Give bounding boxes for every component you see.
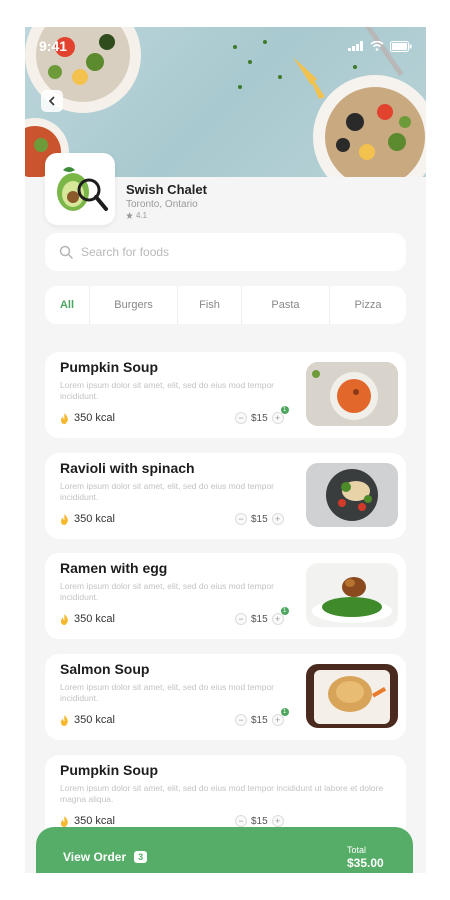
status-time: 9:41 <box>39 38 68 54</box>
food-card[interactable]: Pumpkin Soup Lorem ipsum dolor sit amet,… <box>45 352 406 438</box>
chevron-left-icon <box>48 96 55 106</box>
tab-fish[interactable]: Fish <box>177 286 241 324</box>
search-input[interactable] <box>81 245 361 259</box>
view-order-label: View Order <box>63 850 127 864</box>
cellular-signal-icon <box>348 41 363 51</box>
plus-button-wrap: + <box>271 513 284 525</box>
minus-button[interactable]: − <box>235 412 247 424</box>
wifi-icon <box>370 41 384 51</box>
plus-button[interactable]: + <box>271 815 284 827</box>
category-tabs: All Burgers Fish Pasta Pizza <box>45 286 406 324</box>
ravioli-photo <box>306 463 398 527</box>
search-bar[interactable] <box>45 233 406 271</box>
quantity-badge: 1 <box>280 406 289 414</box>
food-calories: 350 kcal <box>60 412 115 424</box>
plus-button[interactable]: + <box>271 613 284 625</box>
restaurant-logo <box>45 153 115 225</box>
view-order-button[interactable]: View Order 3 <box>63 850 148 864</box>
quantity-stepper: − $15 + <box>235 513 284 525</box>
app-screen: 9:41 Swish Chalet Toronto, Ontario 4.1 S… <box>25 27 426 873</box>
food-price: $15 <box>251 412 268 424</box>
food-card[interactable]: Salmon Soup Lorem ipsum dolor sit amet, … <box>45 654 406 740</box>
quantity-stepper: − $15 + 1 <box>235 406 289 424</box>
star-icon <box>126 212 133 219</box>
food-description: Lorem ipsum dolor sit amet, elit, sed do… <box>60 682 275 703</box>
plus-button-wrap: + 1 <box>271 406 289 424</box>
flame-icon <box>61 714 68 726</box>
food-price: $15 <box>251 714 268 726</box>
food-price: $15 <box>251 815 268 827</box>
food-description: Lorem ipsum dolor sit amet, elit, sed do… <box>60 581 275 602</box>
food-title: Ravioli with spinach <box>60 460 195 476</box>
quantity-stepper: − $15 + <box>235 815 284 827</box>
quantity-stepper: − $15 + 1 <box>235 708 289 726</box>
plus-button-wrap: + 1 <box>271 607 289 625</box>
search-icon <box>59 245 73 259</box>
food-calories: 350 kcal <box>60 815 115 827</box>
plus-button-wrap: + 1 <box>271 708 289 726</box>
status-icons <box>348 40 412 52</box>
food-calories: 350 kcal <box>60 513 115 525</box>
food-image <box>306 664 398 728</box>
tab-pizza[interactable]: Pizza <box>329 286 406 324</box>
back-button[interactable] <box>41 90 63 112</box>
food-title: Pumpkin Soup <box>60 359 158 375</box>
tab-pasta[interactable]: Pasta <box>241 286 329 324</box>
food-image <box>306 563 398 627</box>
total-label: Total <box>347 845 367 855</box>
flame-icon <box>61 613 68 625</box>
quantity-stepper: − $15 + 1 <box>235 607 289 625</box>
flame-icon <box>61 815 68 827</box>
restaurant-location: Toronto, Ontario <box>126 199 198 210</box>
food-description: Lorem ipsum dolor sit amet, elit, sed do… <box>60 380 275 401</box>
food-title: Salmon Soup <box>60 661 150 677</box>
ramen-photo <box>306 563 398 627</box>
tab-all[interactable]: All <box>45 286 89 324</box>
minus-button[interactable]: − <box>235 815 247 827</box>
food-price: $15 <box>251 513 268 525</box>
quantity-badge: 1 <box>280 708 289 716</box>
pumpkin-soup-photo <box>306 362 398 426</box>
plus-button[interactable]: + <box>271 714 284 726</box>
plus-button[interactable]: + <box>271 412 284 424</box>
status-bar: 9:41 <box>39 37 412 55</box>
food-price: $15 <box>251 613 268 625</box>
plus-button[interactable]: + <box>271 513 284 525</box>
food-card[interactable]: Ravioli with spinach Lorem ipsum dolor s… <box>45 453 406 539</box>
minus-button[interactable]: − <box>235 714 247 726</box>
flame-icon <box>61 513 68 525</box>
food-image <box>306 362 398 426</box>
order-count-badge: 3 <box>134 851 148 863</box>
food-calories: 350 kcal <box>60 613 115 625</box>
minus-button[interactable]: − <box>235 513 247 525</box>
quantity-badge: 1 <box>280 607 289 615</box>
food-card[interactable]: Ramen with egg Lorem ipsum dolor sit ame… <box>45 553 406 639</box>
food-description: Lorem ipsum dolor sit amet, elit, sed do… <box>60 783 384 804</box>
restaurant-name: Swish Chalet <box>126 182 207 197</box>
food-calories: 350 kcal <box>60 714 115 726</box>
total-value: $35.00 <box>347 856 384 870</box>
tab-burgers[interactable]: Burgers <box>89 286 177 324</box>
salmon-photo <box>306 664 398 728</box>
food-title: Ramen with egg <box>60 560 168 576</box>
minus-button[interactable]: − <box>235 613 247 625</box>
avocado-logo-icon <box>57 167 108 211</box>
food-title: Pumpkin Soup <box>60 762 158 778</box>
view-order-bar[interactable]: View Order 3 Total $35.00 <box>36 827 413 873</box>
food-description: Lorem ipsum dolor sit amet, elit, sed do… <box>60 481 275 502</box>
restaurant-rating: 4.1 <box>126 211 147 220</box>
rating-value: 4.1 <box>136 211 148 220</box>
plus-button-wrap: + <box>271 815 284 827</box>
food-image <box>306 463 398 527</box>
flame-icon <box>61 412 68 424</box>
battery-icon <box>390 40 412 52</box>
